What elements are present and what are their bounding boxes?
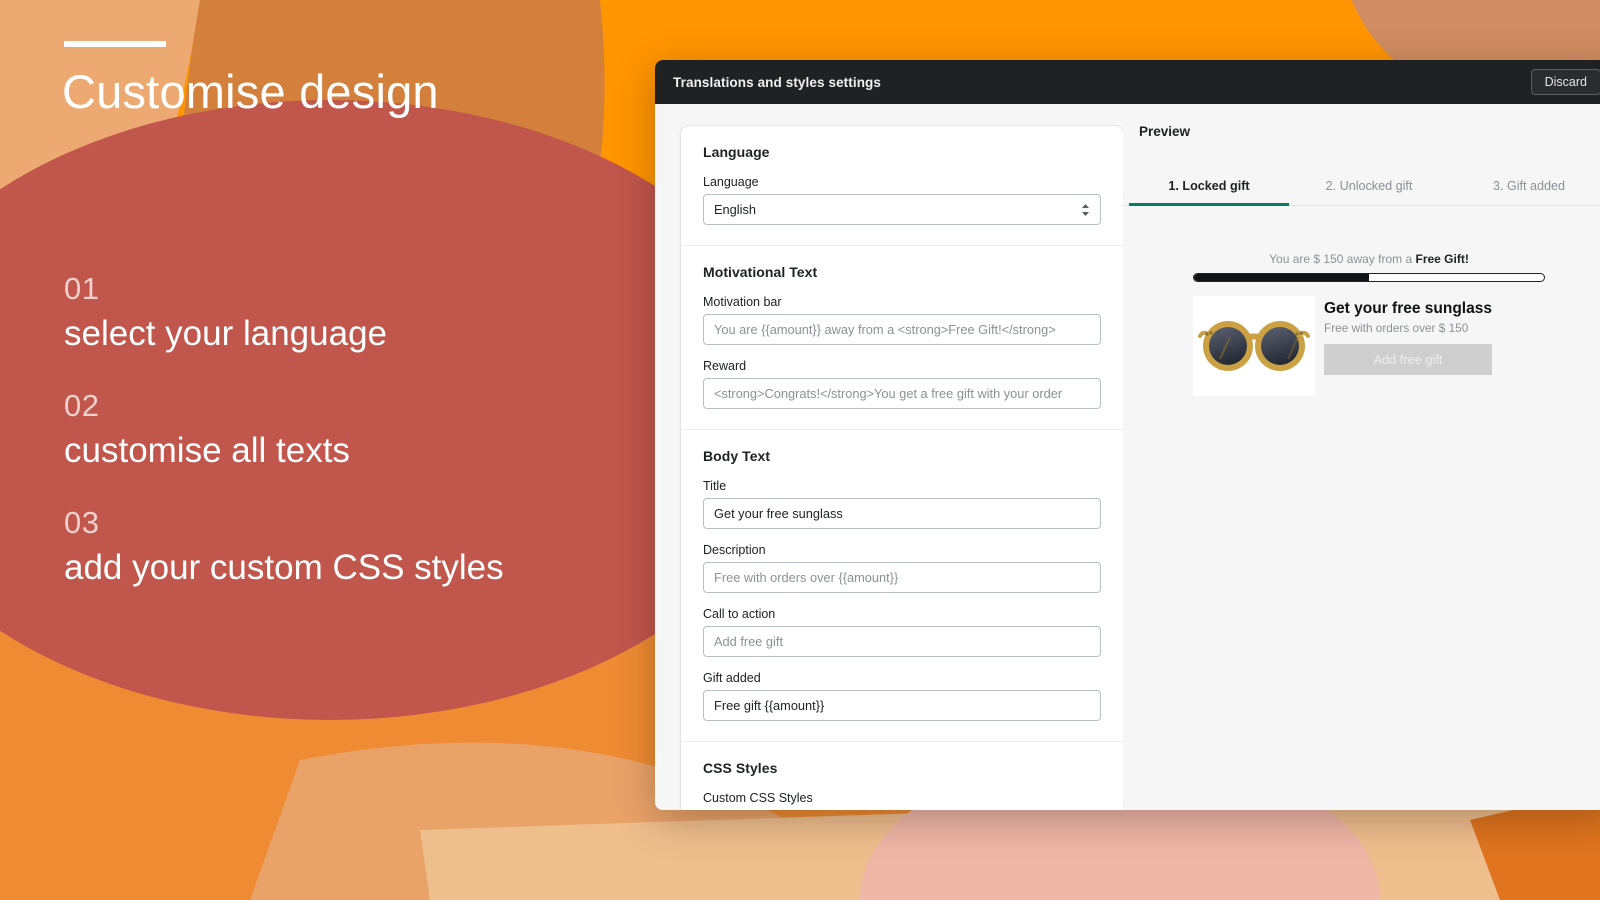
field-label: Reward — [703, 359, 747, 373]
step-number: 02 — [64, 388, 100, 423]
reward-input[interactable] — [703, 378, 1101, 409]
promo-description: Free with orders over $ 150 — [1324, 320, 1469, 335]
language-select-wrap[interactable] — [703, 194, 1101, 225]
field-label: Language — [703, 175, 759, 189]
field-label: Gift added — [703, 671, 761, 685]
motivation-highlight: Free Gift! — [1415, 252, 1469, 266]
sunglasses-image — [1193, 296, 1315, 396]
discard-button[interactable]: Discard — [1530, 68, 1600, 96]
promo-motivation-text: You are $ 150 away from a Free Gift! — [1193, 252, 1545, 266]
field-gift-added: Gift added — [703, 671, 1101, 721]
settings-card: Language Language Motivational Text — [681, 126, 1123, 810]
step-item: 01 select your language — [64, 268, 664, 358]
field-label: Custom CSS Styles — [703, 791, 813, 805]
progress-bar-fill — [1194, 274, 1369, 281]
step-label: add your custom CSS styles — [64, 548, 504, 587]
description-input[interactable] — [703, 562, 1101, 593]
promo-card: Get your free sunglass Free with orders … — [1193, 296, 1545, 396]
section-heading: CSS Styles — [703, 760, 778, 776]
field-title: Title — [703, 479, 1101, 529]
step-item: 02 customise all texts — [64, 385, 664, 475]
modal-title: Translations and styles settings — [673, 74, 882, 90]
progress-bar — [1193, 273, 1545, 282]
preview-column: Preview 1. Locked gift 2. Unlocked gift … — [1123, 104, 1600, 810]
language-select[interactable] — [703, 194, 1101, 225]
section-motivational-text: Motivational Text Motivation bar Reward — [681, 246, 1123, 430]
step-number: 03 — [64, 505, 100, 540]
tab-locked-gift[interactable]: 1. Locked gift — [1129, 173, 1289, 206]
marketing-panel: Customise design 01 select your language… — [0, 0, 660, 900]
field-label: Description — [703, 543, 766, 557]
modal-topbar: Translations and styles settings Discard — [655, 60, 1600, 104]
promo-title: Get your free sunglass — [1324, 300, 1492, 317]
step-label: customise all texts — [64, 431, 350, 470]
field-language: Language — [703, 175, 1101, 225]
page-title: Customise design — [62, 65, 439, 118]
step-label: select your language — [64, 314, 387, 353]
settings-column[interactable]: Language Language Motivational Text — [655, 104, 1123, 810]
step-number: 01 — [64, 271, 100, 306]
tab-unlocked-gift[interactable]: 2. Unlocked gift — [1289, 173, 1449, 206]
field-label: Title — [703, 479, 727, 493]
motivation-prefix: You are $ 150 away from a — [1269, 252, 1416, 266]
section-css-styles: CSS Styles Custom CSS Styles — [681, 742, 1123, 810]
field-motivation-bar: Motivation bar — [703, 295, 1101, 345]
tab-gift-added[interactable]: 3. Gift added — [1449, 173, 1600, 206]
section-language: Language Language — [681, 126, 1123, 246]
title-rule — [64, 41, 166, 47]
section-heading: Body Text — [703, 448, 771, 464]
promo-info: Get your free sunglass Free with orders … — [1315, 296, 1545, 396]
preview-tabs: 1. Locked gift 2. Unlocked gift 3. Gift … — [1123, 173, 1600, 206]
section-body-text: Body Text Title Description Call to acti… — [681, 430, 1123, 742]
motivation-bar-input[interactable] — [703, 314, 1101, 345]
section-heading: Motivational Text — [703, 264, 818, 280]
sunglasses-icon — [1198, 321, 1310, 371]
modal-body: Language Language Motivational Text — [655, 104, 1600, 810]
gift-added-input[interactable] — [703, 690, 1101, 721]
add-free-gift-button[interactable]: Add free gift — [1324, 343, 1492, 375]
preview-heading: Preview — [1139, 124, 1191, 139]
field-label: Motivation bar — [703, 295, 782, 309]
title-input[interactable] — [703, 498, 1101, 529]
field-label: Call to action — [703, 607, 776, 621]
field-reward: Reward — [703, 359, 1101, 409]
settings-modal: Translations and styles settings Discard… — [655, 60, 1600, 810]
step-item: 03 add your custom CSS styles — [64, 502, 664, 592]
field-description: Description — [703, 543, 1101, 593]
call-to-action-input[interactable] — [703, 626, 1101, 657]
field-custom-css: Custom CSS Styles — [703, 791, 1101, 810]
field-call-to-action: Call to action — [703, 607, 1101, 657]
section-heading: Language — [703, 144, 770, 160]
steps-list: 01 select your language 02 customise all… — [64, 268, 664, 592]
promo-preview: You are $ 150 away from a Free Gift! Get… — [1193, 252, 1545, 396]
